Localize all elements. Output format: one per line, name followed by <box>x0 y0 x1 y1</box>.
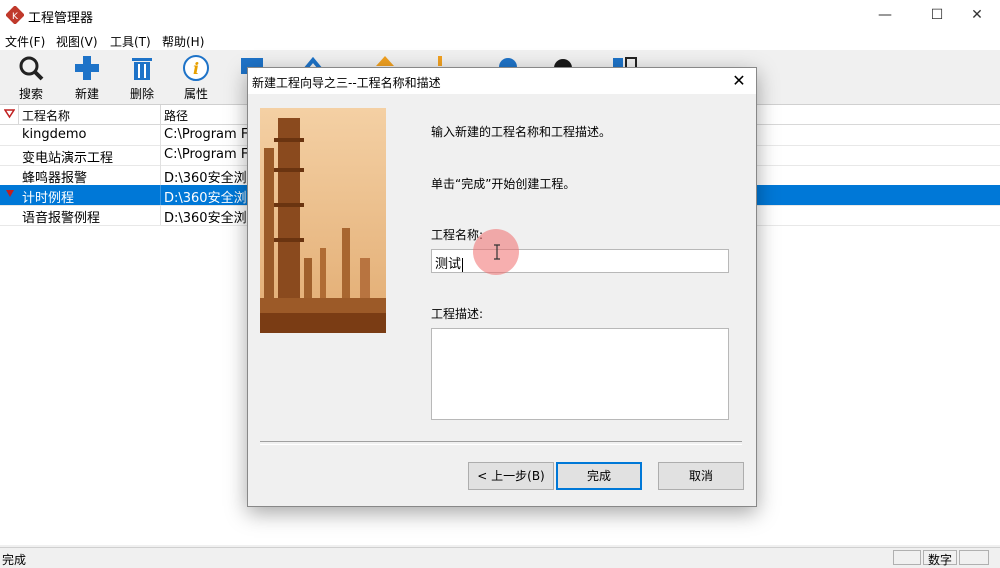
project-path: C:\Program Fi <box>164 127 251 142</box>
search-label: 搜索 <box>18 87 43 101</box>
project-name: 计时例程 <box>22 191 75 206</box>
status-pane-scroll <box>959 550 989 565</box>
cancel-button[interactable]: 取消 <box>658 462 744 490</box>
status-pane-caps <box>893 550 921 565</box>
maximize-icon: ☐ <box>930 7 944 23</box>
app-logo-icon: K <box>6 6 24 24</box>
intro-text: 输入新建的工程名称和工程描述。 <box>431 125 612 139</box>
status-pane-numlock: 数字 <box>923 550 957 567</box>
filter-icon <box>4 109 15 119</box>
project-path: D:\360安全浏览 <box>164 211 260 226</box>
refinery-illustration <box>260 108 386 333</box>
info-icon: i <box>183 55 209 81</box>
delete-button[interactable]: 删除 <box>119 52 165 102</box>
menu-file[interactable]: 文件(F) <box>5 33 45 50</box>
project-name: kingdemo <box>22 127 87 142</box>
project-name-value: 测试 <box>435 257 462 272</box>
menu-tools[interactable]: 工具(T) <box>110 33 151 50</box>
column-header-path[interactable]: 路径 <box>164 107 188 124</box>
svg-text:i: i <box>193 59 199 78</box>
text-cursor-icon <box>494 244 500 260</box>
column-header-name[interactable]: 工程名称 <box>22 107 70 124</box>
new-label: 新建 <box>74 87 99 101</box>
text-caret <box>462 257 464 272</box>
close-button[interactable]: ✕ <box>954 0 1000 30</box>
new-project-wizard-dialog: 新建工程向导之三--工程名称和描述 ✕ 输入新建的工程名称和工程描述。 单击“完… <box>247 67 757 507</box>
back-button[interactable]: < 上一步(B) <box>468 462 554 490</box>
minimize-button[interactable]: — <box>862 0 908 30</box>
trash-icon <box>132 58 152 80</box>
status-text: 完成 <box>2 553 27 567</box>
plus-icon <box>75 56 99 80</box>
current-project-marker-icon <box>6 190 14 197</box>
project-description-textarea[interactable] <box>431 328 729 420</box>
close-icon: ✕ <box>971 7 983 23</box>
menu-help[interactable]: 帮助(H) <box>162 33 204 50</box>
menu-bar: 文件(F) 视图(V) 工具(T) 帮助(H) <box>0 30 1000 50</box>
dialog-title: 新建工程向导之三--工程名称和描述 <box>252 76 441 90</box>
status-bar: 完成 数字 <box>0 547 1000 567</box>
dialog-title-bar: 新建工程向导之三--工程名称和描述 ✕ <box>248 68 756 94</box>
project-path: C:\Program Fi <box>164 147 251 162</box>
properties-label: 属性 <box>183 87 208 101</box>
dialog-close-button[interactable]: ✕ <box>728 71 750 91</box>
new-button[interactable]: 新建 <box>64 52 110 102</box>
finish-button[interactable]: 完成 <box>556 462 642 490</box>
project-name: 蜂鸣器报警 <box>22 171 88 186</box>
project-path: D:\360安全浏览 <box>164 191 260 206</box>
project-name: 变电站演示工程 <box>22 151 114 166</box>
project-name: 语音报警例程 <box>22 211 101 226</box>
divider <box>260 441 742 445</box>
close-icon: ✕ <box>732 71 746 90</box>
search-button[interactable]: 搜索 <box>8 52 54 102</box>
window-title: 工程管理器 <box>28 11 94 26</box>
minimize-icon: — <box>878 7 892 23</box>
search-icon <box>19 56 44 81</box>
menu-view[interactable]: 视图(V) <box>56 33 98 50</box>
project-description-label: 工程描述: <box>431 307 484 321</box>
delete-label: 删除 <box>129 87 154 101</box>
title-bar: K 工程管理器 — ☐ ✕ <box>0 0 1000 30</box>
project-path: D:\360安全浏览 <box>164 171 260 186</box>
properties-button[interactable]: i 属性 <box>173 52 219 102</box>
hint-text: 单击“完成”开始创建工程。 <box>431 177 576 191</box>
